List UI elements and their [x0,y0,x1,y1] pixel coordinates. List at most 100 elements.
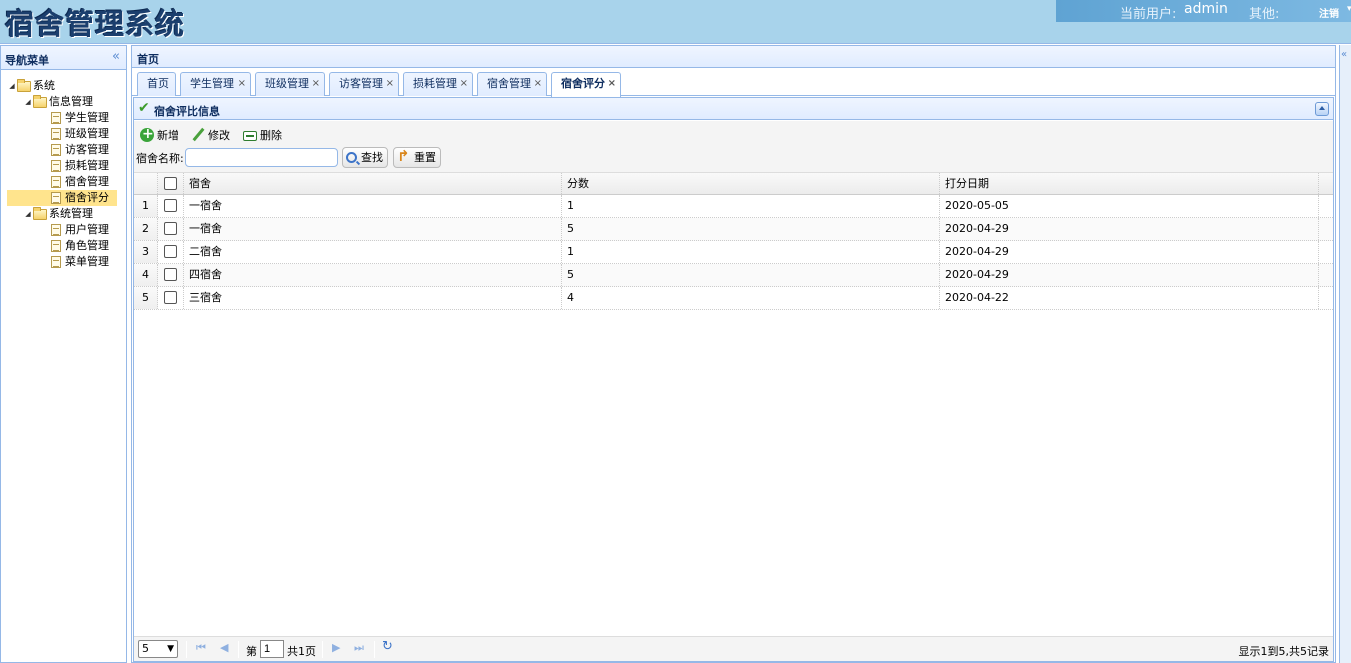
cell-date: 2020-04-22 [940,287,1319,309]
tree-item-visitor[interactable]: 访客管理 [51,142,109,158]
pager-separator [238,641,239,658]
check-icon: ✔ [138,100,150,116]
tabs-bar: 首页 学生管理 × 班级管理 × 访客管理 × 损耗管理 × 宿舍管理 × 宿舍评分 × [132,68,1335,97]
tree-item-dorm[interactable]: 宿舍管理 [51,174,109,190]
expand-triangle-icon[interactable]: ◢ [7,78,17,94]
first-page-icon[interactable]: ⏮ [196,641,206,655]
edit-button[interactable]: 修改 [191,127,230,145]
next-page-icon[interactable]: ▶ [332,641,340,654]
row-checkbox[interactable] [164,244,177,258]
tab-home[interactable]: 首页 [137,72,176,96]
prev-page-icon[interactable]: ◀ [220,641,228,654]
reset-button[interactable]: 重置 [393,147,441,168]
dorm-name-input[interactable] [185,148,338,167]
tree-item-class[interactable]: 班级管理 [51,126,109,142]
add-button[interactable]: 新增 [140,125,179,145]
file-icon [51,256,61,268]
cell-score: 1 [562,241,940,263]
tree-item-dorm-score[interactable]: 宿舍评分 [7,190,117,206]
page-total: 共1页 [287,645,316,658]
tree-item-student[interactable]: 学生管理 [51,110,109,126]
dorm-name-label: 宿舍名称: [136,152,184,165]
table-row[interactable]: 3 二宿舍 1 2020-04-29 [134,241,1333,264]
page-number-input[interactable] [260,640,284,658]
folder-icon [17,79,31,92]
expand-triangle-icon[interactable]: ◢ [23,206,33,222]
select-all-cell [158,173,184,194]
row-checkbox[interactable] [164,267,177,281]
cell-dorm: 一宿舍 [184,218,562,240]
refresh-icon[interactable]: ↻ [382,639,393,654]
close-icon[interactable]: × [534,73,542,95]
column-header-score[interactable]: 分数 [562,173,940,194]
nav-panel-header: 导航菜单 « [1,46,126,70]
tab-student[interactable]: 学生管理 × [180,72,251,96]
cell-score: 1 [562,195,940,217]
select-all-checkbox[interactable] [164,176,177,190]
app-logo: 宿舍管理系统 [5,7,186,41]
expand-right-icon[interactable]: « [1341,49,1347,60]
search-button[interactable]: 查找 [342,147,388,168]
add-icon [140,125,154,143]
delete-icon [243,131,257,141]
chevron-down-icon: ▼ [167,644,174,654]
close-icon[interactable]: × [608,73,616,95]
row-number: 1 [134,195,158,217]
tab-dorm[interactable]: 宿舍管理 × [477,72,547,96]
tab-visitor[interactable]: 访客管理 × [329,72,399,96]
tab-class[interactable]: 班级管理 × [255,72,325,96]
user-bar: 当前用户: admin 其他: 注销 ▾ [1056,0,1351,22]
close-icon[interactable]: × [312,73,320,95]
tab-loss[interactable]: 损耗管理 × [403,72,473,96]
file-icon [51,112,61,124]
delete-button[interactable]: 删除 [243,127,282,145]
folder-icon [33,95,47,108]
row-number: 5 [134,287,158,309]
tree-node-root[interactable]: ◢ 系统 [7,78,55,94]
row-checkbox[interactable] [164,221,177,235]
other-label: 其他: [1249,7,1280,22]
tab-dorm-score[interactable]: 宿舍评分 × [551,72,621,97]
expand-triangle-icon[interactable]: ◢ [23,94,33,110]
folder-icon [33,207,47,220]
close-icon[interactable]: × [238,73,246,95]
column-header-dorm[interactable]: 宿舍 [184,173,562,194]
grid-pager: 5▼ ⏮ ◀ 第 共1页 ▶ ⏭ ↻ 显示1到5,共5记录 [134,636,1333,661]
table-row[interactable]: 1 一宿舍 1 2020-05-05 [134,195,1333,218]
row-checkbox[interactable] [164,290,177,304]
tree-item-loss[interactable]: 损耗管理 [51,158,109,174]
page-size-select[interactable]: 5 ▼ [138,640,178,658]
row-number: 2 [134,218,158,240]
cell-date: 2020-04-29 [940,264,1319,286]
collapse-left-icon[interactable]: « [112,49,120,64]
grid-toolbar: 新增 修改 删除 宿舍名称: 查找 重置 [134,121,1333,173]
grid-header: 宿舍 分数 打分日期 [134,173,1333,195]
cell-date: 2020-05-05 [940,195,1319,217]
search-icon [346,151,357,163]
reset-icon [397,147,411,166]
row-checkbox[interactable] [164,198,177,212]
last-page-icon[interactable]: ⏭ [354,641,364,655]
tree-item-user[interactable]: 用户管理 [51,222,109,238]
table-row[interactable]: 5 三宿舍 4 2020-04-22 [134,287,1333,310]
pager-separator [322,641,323,658]
table-row[interactable]: 4 四宿舍 5 2020-04-29 [134,264,1333,287]
table-row[interactable]: 2 一宿舍 5 2020-04-29 [134,218,1333,241]
close-icon[interactable]: × [460,73,468,95]
pencil-icon [191,128,205,142]
tree-node-info-management[interactable]: ◢ 信息管理 [23,94,93,110]
top-header: 宿舍管理系统 当前用户: admin 其他: 注销 ▾ [0,0,1351,44]
row-number: 3 [134,241,158,263]
logout-link[interactable]: 注销 [1319,5,1339,20]
close-icon[interactable]: × [386,73,394,95]
tree-item-menu[interactable]: 菜单管理 [51,254,109,270]
row-number: 4 [134,264,158,286]
tree-node-system-management[interactable]: ◢ 系统管理 [23,206,93,222]
logout-caret-icon[interactable]: ▾ [1347,4,1351,14]
cell-score: 4 [562,287,940,309]
panel-collapse-button[interactable] [1315,102,1329,116]
cell-date: 2020-04-29 [940,241,1319,263]
tree-item-role[interactable]: 角色管理 [51,238,109,254]
file-icon [51,176,61,188]
column-header-date[interactable]: 打分日期 [940,173,1319,194]
